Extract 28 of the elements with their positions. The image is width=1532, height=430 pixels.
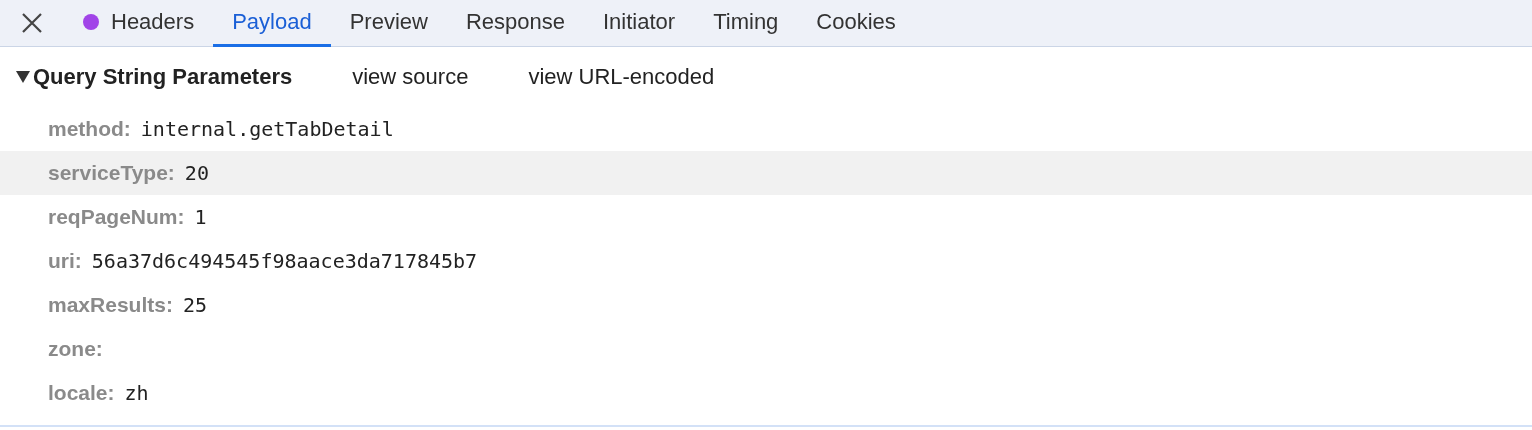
view-link[interactable]: view source [352,64,469,90]
param-value: 56a37d6c494545f98aace3da717845b7 [91,249,478,273]
tab[interactable]: Preview [330,0,447,47]
tab[interactable]: Cookies [797,0,915,47]
tab[interactable]: Initiator [584,0,695,47]
param-key: maxResults: [48,293,173,317]
parameter-row[interactable]: reqPageNum: 1 [0,195,1532,239]
tab[interactable]: Payload [213,0,331,47]
param-key: method: [48,117,131,141]
parameter-row[interactable]: uri: 56a37d6c494545f98aace3da717845b7 [0,239,1532,283]
tab[interactable]: Headers [64,0,214,47]
param-value: 1 [194,205,207,229]
tab[interactable]: Response [446,0,584,47]
param-key: reqPageNum: [48,205,185,229]
param-key: serviceType: [48,161,175,185]
parameter-row[interactable]: method: internal.getTabDetail [0,107,1532,151]
param-key: uri: [48,249,82,273]
param-key: locale: [48,381,115,405]
param-key: zone: [48,337,103,361]
param-value: 25 [182,293,207,317]
param-value: 20 [184,161,209,185]
param-value: internal.getTabDetail [140,117,394,141]
parameter-row[interactable]: serviceType: 20 [0,151,1532,195]
tab[interactable]: Timing [694,0,798,47]
parameter-row[interactable]: maxResults: 25 [0,283,1532,327]
param-value: zh [124,381,149,405]
view-link[interactable]: view URL-encoded [528,64,715,90]
parameter-row[interactable]: locale: zh [0,371,1532,415]
